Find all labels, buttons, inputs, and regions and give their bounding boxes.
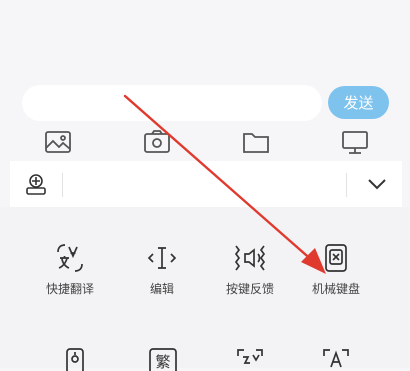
toolbar-divider bbox=[346, 173, 347, 197]
tool-scan[interactable] bbox=[205, 347, 295, 371]
key-feedback-icon bbox=[234, 245, 266, 271]
toolbar-divider bbox=[62, 173, 63, 197]
text-recognition-icon bbox=[323, 349, 349, 368]
tool-icon-1 bbox=[66, 348, 84, 371]
translate-icon bbox=[57, 244, 83, 272]
send-button[interactable]: 发送 bbox=[328, 86, 389, 119]
tool-key-feedback[interactable]: 按键反馈 bbox=[205, 242, 295, 297]
cursor-edit-icon bbox=[147, 247, 177, 269]
chevron-down-icon[interactable] bbox=[366, 175, 388, 193]
tool-edit[interactable]: 编辑 bbox=[117, 242, 207, 297]
top-blank-area bbox=[0, 0, 410, 70]
scan-icon bbox=[237, 349, 263, 364]
message-input[interactable] bbox=[22, 85, 322, 121]
traditional-char-icon: 繁 bbox=[149, 348, 177, 371]
tool-quick-translate[interactable]: 快捷翻译 bbox=[25, 242, 115, 297]
keyboard-settings-icon[interactable] bbox=[24, 172, 48, 196]
tool-label: 机械键盘 bbox=[311, 282, 360, 296]
tool-label: 编辑 bbox=[149, 282, 174, 296]
tool-label: 快捷翻译 bbox=[45, 282, 94, 296]
monitor-icon[interactable] bbox=[341, 129, 369, 155]
camera-icon[interactable] bbox=[143, 129, 171, 155]
image-icon[interactable] bbox=[44, 129, 72, 155]
tool-traditional-chinese[interactable]: 繁 bbox=[118, 347, 208, 371]
folder-icon[interactable] bbox=[242, 129, 270, 155]
tool-mechanical-keyboard[interactable]: 机械键盘 bbox=[291, 242, 381, 297]
keyboard-toolbar bbox=[10, 161, 402, 208]
tool-row2-1[interactable] bbox=[30, 347, 120, 371]
mechanical-keyboard-icon bbox=[325, 244, 347, 272]
attachment-row bbox=[0, 127, 410, 157]
tool-label: 按键反馈 bbox=[225, 282, 274, 296]
svg-text:繁: 繁 bbox=[155, 353, 170, 371]
tool-text-recognition[interactable] bbox=[291, 347, 381, 371]
tools-panel: 快捷翻译 编辑 按键反馈 机械键盘 繁 bbox=[0, 207, 410, 371]
